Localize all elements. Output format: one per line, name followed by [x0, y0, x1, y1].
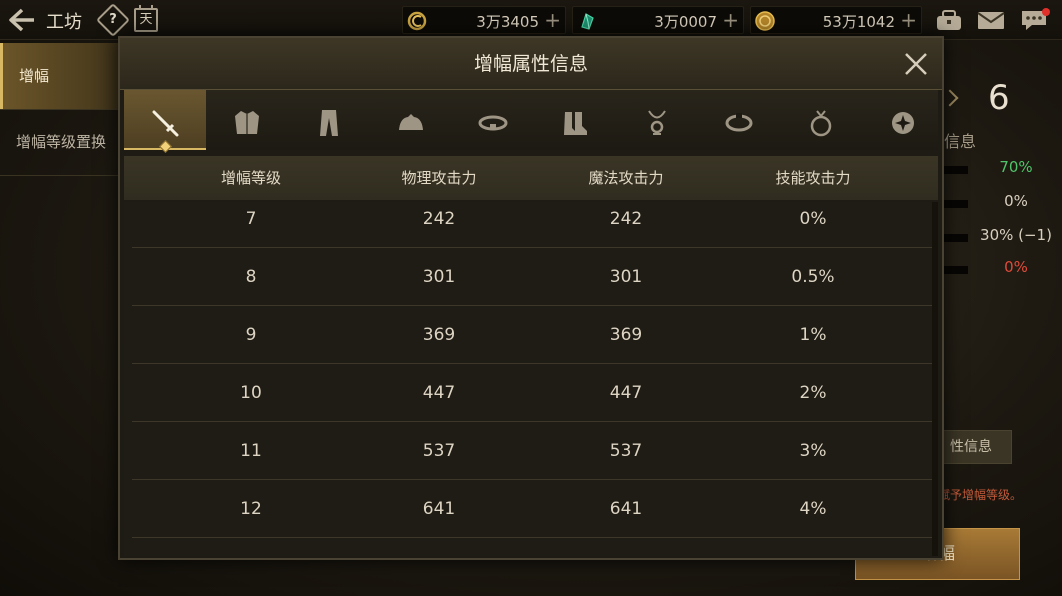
- equipment-tabs: [124, 90, 938, 153]
- cell-skill-attack: 0%: [799, 209, 827, 229]
- back-arrow-icon[interactable]: [8, 8, 36, 32]
- column-header-skill-attack: 技能攻击力: [775, 169, 851, 187]
- tab-special-equipment[interactable]: [862, 90, 944, 150]
- cell-physical-attack: 537: [422, 441, 456, 461]
- table-row: 9 369 369 1%: [132, 306, 932, 364]
- ring-icon: [810, 110, 832, 137]
- top-armor-icon: [235, 111, 259, 134]
- bottom-armor-icon: [320, 110, 338, 136]
- tab-ring[interactable]: [780, 90, 862, 150]
- level-arrow-icon: [941, 89, 959, 107]
- cell-level: 10: [240, 383, 262, 403]
- inventory-bag-icon[interactable]: [934, 8, 964, 32]
- cell-physical-attack: 641: [422, 499, 456, 519]
- enhance-attribute-dialog: 增幅属性信息 增幅等级 物理攻击力 魔法攻击力 技能攻击力 7 242 242 …: [118, 36, 944, 560]
- currency-cera: 3万3405 +: [402, 6, 566, 34]
- table-row: 12 641 641 4%: [132, 480, 932, 538]
- target-level: 6: [988, 78, 1010, 118]
- tab-bracelet[interactable]: [698, 90, 780, 150]
- top-bar: 工坊 ? 天 3万3405 + 3万0007 + 53万1042 +: [0, 0, 1062, 40]
- tab-bottom-armor[interactable]: [288, 90, 370, 150]
- cell-physical-attack: 369: [422, 325, 456, 345]
- cell-magic-attack: 537: [609, 441, 643, 461]
- cell-level: 9: [245, 325, 257, 345]
- cell-level: 11: [240, 441, 262, 461]
- table-row: 7 242 242 0%: [132, 202, 932, 248]
- page-title: 工坊: [46, 12, 82, 33]
- calendar-icon[interactable]: 天: [134, 5, 158, 32]
- cera-amount: 3万3405: [476, 13, 539, 31]
- special-equipment-icon: [892, 112, 914, 134]
- currency-gold: 53万1042 +: [750, 6, 922, 34]
- cell-magic-attack: 242: [609, 209, 643, 229]
- shoes-icon: [564, 112, 587, 135]
- tab-shoulder-armor[interactable]: [370, 90, 452, 150]
- tab-belt[interactable]: [452, 90, 534, 150]
- tab-weapon[interactable]: [124, 90, 206, 153]
- cell-level: 7: [245, 209, 257, 229]
- info-subtitle: 信息: [944, 132, 977, 151]
- selected-tab-marker: [159, 140, 172, 153]
- cell-physical-attack: 447: [422, 383, 456, 403]
- cell-physical-attack: 242: [422, 209, 456, 229]
- table-body[interactable]: 7 242 242 0% 8 301 301 0.5% 9 369 369 1%…: [124, 202, 938, 556]
- add-cera-button[interactable]: +: [544, 8, 561, 32]
- gold-amount: 53万1042: [822, 13, 895, 31]
- tab-top-armor[interactable]: [206, 90, 288, 150]
- currency-crystal: 3万0007 +: [572, 6, 744, 34]
- add-gold-button[interactable]: +: [900, 8, 917, 32]
- cell-magic-attack: 301: [609, 267, 643, 287]
- add-crystal-button[interactable]: +: [722, 8, 739, 32]
- column-header-level: 增幅等级: [220, 169, 281, 187]
- enhance-hint: 赋予增幅等级。: [938, 488, 1023, 502]
- mail-icon[interactable]: [976, 8, 1006, 32]
- dialog-header: 增幅属性信息: [120, 38, 942, 90]
- cell-skill-attack: 0.5%: [791, 267, 835, 287]
- crystal-icon: [581, 13, 594, 30]
- bracelet-icon: [725, 113, 753, 132]
- cell-level: 12: [240, 499, 262, 519]
- cell-level: 8: [245, 267, 257, 287]
- dialog-title: 增幅属性信息: [473, 53, 588, 75]
- table-header: 增幅等级 物理攻击力 魔法攻击力 技能攻击力: [124, 156, 938, 200]
- tab-necklace[interactable]: [616, 90, 698, 150]
- tab-shoes[interactable]: [534, 90, 616, 150]
- success-rate-stat: 70%: [944, 158, 1062, 182]
- belt-icon: [478, 115, 508, 131]
- question-mark-icon: ?: [109, 12, 117, 27]
- stat-row: 0%: [944, 192, 1062, 216]
- table-row: 8 301 301 0.5%: [132, 248, 932, 306]
- cell-skill-attack: 2%: [799, 383, 827, 403]
- stat-row: 30% (−1): [944, 226, 1062, 250]
- necklace-icon: [648, 110, 666, 135]
- cell-magic-attack: 641: [609, 499, 643, 519]
- cera-point-icon: [407, 11, 427, 31]
- column-header-magic-attack: 魔法攻击力: [588, 169, 664, 187]
- cell-skill-attack: 4%: [799, 499, 827, 519]
- column-header-physical-attack: 物理攻击力: [401, 169, 477, 187]
- shoulder-armor-icon: [399, 114, 423, 130]
- help-button[interactable]: ?: [96, 3, 130, 37]
- cell-physical-attack: 301: [422, 267, 456, 287]
- table-scrollbar[interactable]: [932, 202, 938, 556]
- crystal-amount: 3万0007: [654, 13, 717, 31]
- close-icon[interactable]: [900, 48, 932, 80]
- chat-icon[interactable]: [1020, 8, 1050, 32]
- stat-row: 0%: [944, 258, 1062, 282]
- table-row: 11 537 537 3%: [132, 422, 932, 480]
- cell-magic-attack: 369: [609, 325, 643, 345]
- cell-skill-attack: 1%: [799, 325, 827, 345]
- table-row: 10 447 447 2%: [132, 364, 932, 422]
- cell-skill-attack: 3%: [799, 441, 827, 461]
- weapon-icon: [152, 110, 179, 137]
- cell-magic-attack: 447: [609, 383, 643, 403]
- gold-coin-icon: [755, 11, 775, 31]
